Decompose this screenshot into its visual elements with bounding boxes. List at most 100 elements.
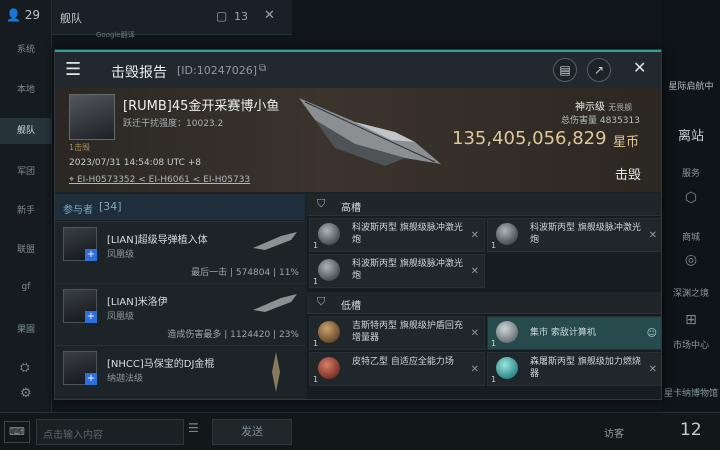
- send-button[interactable]: 发送: [212, 419, 292, 445]
- abyss-icon[interactable]: ◎: [662, 252, 720, 268]
- museum-label[interactable]: 星卡纳博物馆: [662, 386, 720, 399]
- close-icon[interactable]: ✕: [471, 230, 479, 241]
- nav-corp[interactable]: 军团: [0, 164, 52, 177]
- add-icon[interactable]: +: [85, 311, 97, 323]
- currency-label: 星币: [613, 135, 640, 150]
- participant-stats: 造成伤害最多 | 1124420 | 23%: [167, 330, 299, 340]
- module-name: 集市 索敌计算机: [530, 328, 596, 338]
- fleet-panel-title: 舰队: [60, 12, 82, 25]
- module-name: 吉斯特丙型 旗舰级护盾回充增量器: [352, 321, 463, 343]
- undock-label[interactable]: 离站: [662, 125, 720, 144]
- person-icon[interactable]: ☺: [647, 328, 657, 339]
- dialog-header: ☰ 击毁报告 [ID:10247026] ⧉ ▤ ↗ ✕: [55, 50, 661, 88]
- module-icon: [318, 223, 340, 245]
- nav-gf[interactable]: gf: [0, 282, 52, 292]
- module-qty: 1: [313, 277, 319, 286]
- low-slot-item[interactable]: 1 集市 索敌计算机 ☺: [487, 316, 661, 350]
- close-icon[interactable]: ✕: [649, 230, 657, 241]
- add-icon[interactable]: +: [85, 249, 97, 261]
- module-qty: 1: [313, 241, 319, 250]
- chat-bar: ⌨ 点击输入内容 ☰ 发送 访客 12: [0, 412, 720, 450]
- market-label[interactable]: 市场中心: [662, 338, 720, 351]
- close-icon[interactable]: ✕: [264, 8, 275, 23]
- module-name: 皮特乙型 自适应全能力场: [352, 357, 454, 367]
- list-icon[interactable]: ☰: [188, 421, 199, 435]
- low-slot-label: 低槽: [341, 301, 361, 312]
- kill-location[interactable]: ⌖ EI-H0573352 < EI-H6061 < EI-H05733: [69, 175, 250, 185]
- visitor-tab[interactable]: 访客: [604, 425, 624, 440]
- settings-icon[interactable]: ⚙: [20, 386, 32, 401]
- nav-newbie[interactable]: 新手: [0, 203, 52, 216]
- participant-ship: 凤凰级: [107, 250, 135, 260]
- high-slot-item[interactable]: 1 科波斯丙型 旗舰级脉冲激光炮 ✕: [309, 254, 485, 288]
- avatar: +: [63, 351, 97, 385]
- market-icon[interactable]: ⊞: [662, 312, 720, 328]
- nav-alliance[interactable]: 联盟: [0, 242, 52, 255]
- kill-report-dialog: ☰ 击毁报告 [ID:10247026] ⧉ ▤ ↗ ✕ [RUMB]45金开采…: [54, 49, 662, 400]
- module-qty: 1: [491, 339, 497, 348]
- close-icon[interactable]: ✕: [471, 266, 479, 277]
- isk-value: 135,405,056,829: [452, 128, 607, 149]
- module-qty: 1: [313, 375, 319, 384]
- user-icon[interactable]: ⛭: [20, 360, 30, 375]
- module-icon: [496, 223, 518, 245]
- nav-system[interactable]: 系统: [0, 42, 52, 55]
- message-icon[interactable]: ▢: [216, 9, 227, 23]
- participant-ship-image: [253, 294, 297, 312]
- participant-row[interactable]: + [NHCC]马保宝的DJ金棍 纳迦法级: [55, 345, 305, 399]
- participant-stats: 最后一击 | 574804 | 11%: [191, 268, 299, 278]
- low-slot-item[interactable]: 1 吉斯特丙型 旗舰级护盾回充增量器 ✕: [309, 316, 485, 350]
- avatar: +: [63, 227, 97, 261]
- abyss-label[interactable]: 深渊之境: [662, 286, 720, 299]
- participant-row[interactable]: + [LIAN]米洛伊 凤凰级 造成伤害最多 | 1124420 | 23%: [55, 283, 305, 345]
- close-icon[interactable]: ✕: [471, 364, 479, 375]
- dialog-title: 击毁报告: [111, 65, 167, 81]
- kill-timestamp: 2023/07/31 14:54:08 UTC +8: [69, 158, 201, 168]
- shop-label[interactable]: 商城: [662, 230, 720, 243]
- keyboard-icon[interactable]: ⌨: [4, 421, 30, 443]
- victim-avatar[interactable]: [69, 94, 115, 140]
- close-icon[interactable]: ✕: [649, 364, 657, 375]
- location-pin-icon: ⌖: [69, 175, 77, 185]
- module-qty: 1: [491, 241, 497, 250]
- high-slot-item[interactable]: 1 科波斯丙型 旗舰级脉冲激光炮 ✕: [309, 218, 485, 252]
- service-label[interactable]: 服务: [662, 166, 720, 179]
- low-slot-item[interactable]: 1 皮特乙型 自适应全能力场 ✕: [309, 352, 485, 386]
- ship-image: [299, 98, 441, 166]
- low-slot-icon: ⛉: [317, 295, 326, 308]
- module-name: 森屠斯丙型 旗舰级加力燃烧器: [530, 357, 641, 379]
- right-nav: 星际启航中 离站 服务 ⬡ 商城 ◎ 深渊之境 ⊞ 市场中心 星卡纳博物馆: [662, 0, 720, 450]
- module-name: 科波斯丙型 旗舰级脉冲激光炮: [530, 223, 641, 245]
- chat-input[interactable]: 点击输入内容: [36, 419, 184, 445]
- close-icon[interactable]: ✕: [471, 328, 479, 339]
- visitor-count: 12: [680, 420, 702, 440]
- kill-tag: 1击毁: [69, 143, 91, 152]
- low-slot-header: ⛉ 低槽: [307, 292, 661, 314]
- high-slot-label: 高槽: [341, 203, 361, 214]
- menu-icon[interactable]: ☰: [65, 59, 81, 80]
- share-icon[interactable]: ↗: [587, 58, 611, 82]
- module-icon: [318, 321, 340, 343]
- module-icon: [496, 321, 518, 343]
- participant-row[interactable]: + [LIAN]超级导弹植入体 凤凰级 最后一击 | 574804 | 11%: [55, 221, 305, 283]
- nav-local[interactable]: 本地: [0, 82, 52, 95]
- close-dialog-icon[interactable]: ✕: [633, 58, 646, 77]
- avatar: +: [63, 289, 97, 323]
- module-qty: 1: [491, 375, 497, 384]
- high-slot-item[interactable]: 1 科波斯丙型 旗舰级脉冲激光炮 ✕: [487, 218, 661, 252]
- fleet-panel-header: 舰队 ▢ 13 ✕: [52, 0, 292, 35]
- shop-icon[interactable]: ⬡: [662, 190, 720, 206]
- clipboard-icon[interactable]: ▤: [553, 58, 577, 82]
- people-icon: 👤: [6, 8, 21, 22]
- copy-icon[interactable]: ⧉: [259, 63, 266, 74]
- fitting-panel: ⛉ 高槽 1 科波斯丙型 旗舰级脉冲激光炮 ✕ 1 科波斯丙型 旗舰级脉冲激光炮…: [307, 194, 661, 399]
- kill-status: 击毁: [615, 168, 642, 183]
- nav-guoyuan[interactable]: 果園: [0, 322, 52, 335]
- participants-panel: 参与者 [34] + [LIAN]超级导弹植入体 凤凰级 最后一击 | 5748…: [55, 194, 305, 399]
- low-slot-item[interactable]: 1 森屠斯丙型 旗舰级加力燃烧器 ✕: [487, 352, 661, 386]
- nav-fleet[interactable]: 舰队: [0, 118, 52, 144]
- ship-class: 神示级 无畏舰: [575, 102, 633, 113]
- victim-banner: [RUMB]45金开采赛博小鱼 跃迁干扰强度：10023.2 1击毁 2023/…: [55, 88, 661, 192]
- high-slot-header: ⛉ 高槽: [307, 194, 661, 216]
- add-icon[interactable]: +: [85, 373, 97, 385]
